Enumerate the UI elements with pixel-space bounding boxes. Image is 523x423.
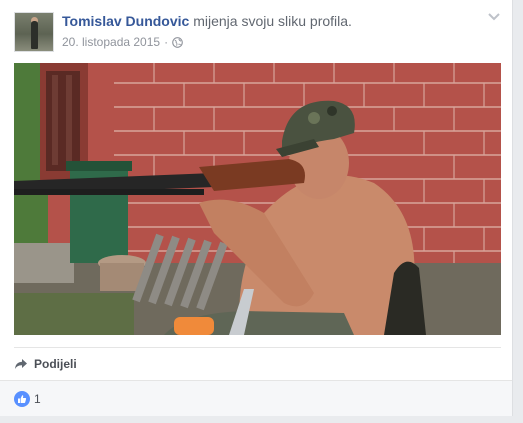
share-button[interactable]: Podijeli xyxy=(14,355,77,373)
post-header: Tomislav Dundovic mijenja svoju sliku pr… xyxy=(62,13,352,29)
author-name-link[interactable]: Tomislav Dundovic xyxy=(62,13,189,29)
avatar[interactable] xyxy=(14,12,54,52)
post-action-text: mijenja svoju sliku profila. xyxy=(189,13,352,29)
globe-icon[interactable] xyxy=(172,36,183,48)
share-arrow-icon xyxy=(15,359,27,369)
avatar-figure-body xyxy=(31,21,38,49)
profile-photo[interactable] xyxy=(14,63,501,335)
post-date-link[interactable]: 20. listopada 2015 xyxy=(62,35,160,49)
post-card: Tomislav Dundovic mijenja svoju sliku pr… xyxy=(0,0,513,416)
meta-separator: · xyxy=(164,35,169,49)
post-meta: 20. listopada 2015 · xyxy=(62,35,183,49)
like-count[interactable]: 1 xyxy=(34,392,41,406)
reactions-bar: 1 xyxy=(0,380,512,416)
like-thumb-icon[interactable] xyxy=(14,391,30,407)
divider xyxy=(14,347,501,348)
chevron-down-icon[interactable] xyxy=(487,12,501,22)
share-label: Podijeli xyxy=(34,357,77,371)
